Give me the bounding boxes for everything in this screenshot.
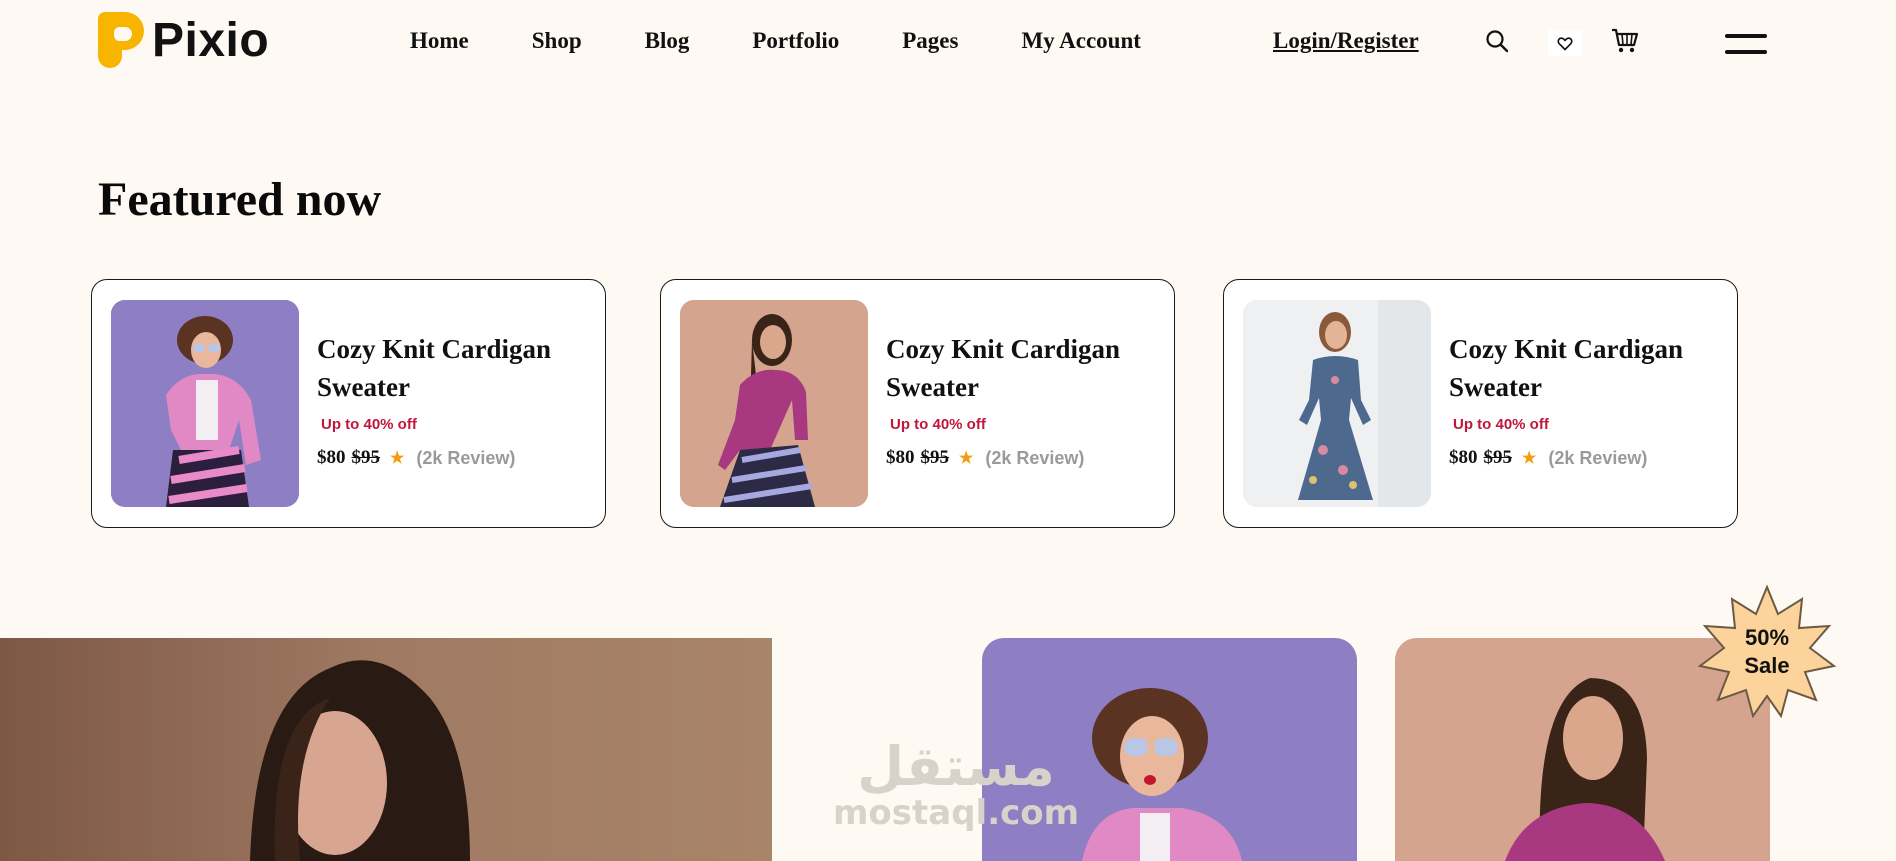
nav-pages[interactable]: Pages <box>902 28 958 54</box>
product-photo[interactable] <box>1243 300 1431 507</box>
sale-badge: 50% Sale <box>1698 624 1836 680</box>
product-card[interactable]: Cozy Knit Cardigan Sweater Up to 40% off… <box>660 279 1175 528</box>
nav-blog[interactable]: Blog <box>645 28 690 54</box>
review-count: (2k Review) <box>985 447 1085 468</box>
search-icon <box>1486 30 1509 53</box>
product-photo[interactable] <box>111 300 299 507</box>
nav-home[interactable]: Home <box>410 28 469 54</box>
old-price: $95 <box>351 447 381 468</box>
featured-title: Featured now <box>98 173 382 226</box>
current-price: $80 <box>317 447 346 468</box>
nav-shop[interactable]: Shop <box>532 28 582 54</box>
nav-my-account[interactable]: My Account <box>1021 28 1140 54</box>
main-nav: Home Shop Blog Portfolio Pages My Accoun… <box>410 28 1204 54</box>
watermark: مستقل mostaql.com <box>833 735 1080 833</box>
review-count: (2k Review) <box>416 447 516 468</box>
product-info: Cozy Knit Cardigan Sweater Up to 40% off… <box>1449 330 1719 469</box>
star-icon: ★ <box>1522 450 1537 467</box>
price-row: $80 $95 ★ (2k Review) <box>1449 447 1719 469</box>
product-info: Cozy Knit Cardigan Sweater Up to 40% off… <box>886 330 1156 469</box>
cart-icon <box>1612 28 1639 53</box>
sale-badge-label: Sale <box>1744 653 1790 678</box>
old-price: $95 <box>920 447 950 468</box>
sale-badge-percent: 50% <box>1744 625 1790 650</box>
product-info: Cozy Knit Cardigan Sweater Up to 40% off… <box>317 330 587 469</box>
search-button[interactable] <box>1482 26 1512 56</box>
logo-icon <box>98 12 144 68</box>
current-price: $80 <box>1449 447 1478 468</box>
cart-button[interactable] <box>1610 26 1640 56</box>
product-card[interactable]: Cozy Knit Cardigan Sweater Up to 40% off… <box>1223 279 1738 528</box>
wishlist-button[interactable] <box>1548 30 1582 56</box>
current-price: $80 <box>886 447 915 468</box>
heart-icon <box>1557 36 1573 50</box>
price-row: $80 $95 ★ (2k Review) <box>886 447 1156 469</box>
product-name[interactable]: Cozy Knit Cardigan Sweater <box>1449 330 1719 406</box>
login-register-link[interactable]: Login/Register <box>1273 28 1419 54</box>
old-price: $95 <box>1483 447 1513 468</box>
price-row: $80 $95 ★ (2k Review) <box>317 447 587 469</box>
product-name[interactable]: Cozy Knit Cardigan Sweater <box>317 330 587 406</box>
brand-logo[interactable]: Pixio <box>98 12 269 68</box>
star-icon: ★ <box>390 450 405 467</box>
hero-photo[interactable] <box>0 638 772 861</box>
discount-label: Up to 40% off <box>890 416 986 433</box>
product-name[interactable]: Cozy Knit Cardigan Sweater <box>886 330 1156 406</box>
discount-label: Up to 40% off <box>321 416 417 433</box>
review-count: (2k Review) <box>1548 447 1648 468</box>
discount-label: Up to 40% off <box>1453 416 1549 433</box>
product-photo[interactable] <box>680 300 868 507</box>
hamburger-menu-icon[interactable] <box>1725 32 1767 56</box>
product-card[interactable]: Cozy Knit Cardigan Sweater Up to 40% off… <box>91 279 606 528</box>
brand-name: Pixio <box>152 13 270 67</box>
watermark-arabic: مستقل <box>857 735 1055 798</box>
star-icon: ★ <box>959 450 974 467</box>
site-header: Pixio Home Shop Blog Portfolio Pages My … <box>0 0 1896 86</box>
watermark-latin: mostaql.com <box>833 793 1080 833</box>
nav-portfolio[interactable]: Portfolio <box>752 28 839 54</box>
